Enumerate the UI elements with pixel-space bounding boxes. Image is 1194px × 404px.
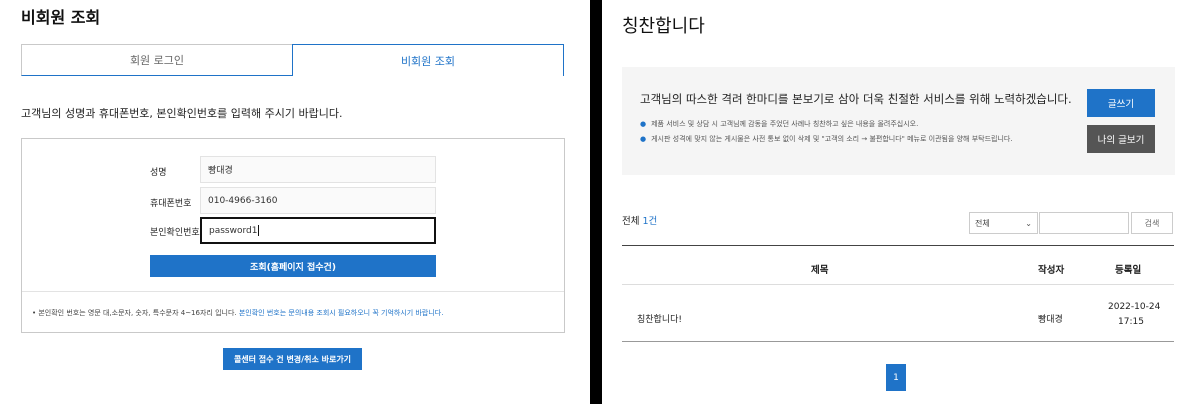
column-header-date: 등록일 [1115, 265, 1142, 276]
column-header-title: 제목 [811, 265, 829, 276]
post-date: 2022-10-24 [1108, 302, 1161, 312]
pin-field[interactable]: password1 [200, 217, 436, 244]
non-member-lookup-panel: 비회원 조회 회원 로그인 비회원 조회 고객님의 성명과 휴대폰번호, 본인확… [0, 0, 590, 404]
table-header-divider [622, 284, 1174, 285]
write-button[interactable]: 글쓰기 [1087, 89, 1155, 117]
tab-non-member-lookup[interactable]: 비회원 조회 [292, 44, 564, 76]
my-posts-button[interactable]: 나의 글보기 [1087, 125, 1155, 153]
post-title-link[interactable]: 칭찬합니다! [637, 312, 682, 325]
phone-label: 휴대폰번호 [150, 199, 192, 209]
pin-label: 본인확인번호 [150, 228, 200, 238]
pin-value: password1 [209, 225, 258, 236]
post-author: 빵대경 [1038, 315, 1063, 325]
info-bullet-text: 제품 서비스 및 상담 시 고객님께 감동을 주었던 사례나 칭찬하고 싶은 내… [651, 120, 919, 128]
bullet-dot-icon: ● [640, 120, 647, 128]
pagination-page-current[interactable]: 1 [886, 364, 906, 391]
pin-note-text: • 본인확인 번호는 영문 대,소문자, 숫자, 특수문자 4~16자리 입니다… [32, 309, 237, 317]
total-label: 전체 [622, 216, 640, 227]
info-headline: 고객님의 따스한 격려 한마디를 본보기로 삼아 더욱 친절한 서비스를 위해 … [640, 92, 1072, 106]
bullet-dot-icon: ● [640, 135, 647, 143]
search-scope-select[interactable]: 전체 ⌄ [969, 212, 1038, 234]
post-time: 17:15 [1118, 317, 1144, 327]
info-bullet: ● 제품 서비스 및 상담 시 고객님께 감동을 주었던 사례나 칭찬하고 싶은 … [640, 119, 918, 129]
callcenter-change-cancel-button[interactable]: 콜센터 접수 건 변경/취소 바로가기 [223, 348, 362, 370]
compliment-board-panel: 칭찬합니다 고객님의 따스한 격려 한마디를 본보기로 삼아 더욱 친절한 서비… [602, 0, 1194, 404]
name-label: 성명 [150, 168, 167, 178]
board-info-box: 고객님의 따스한 격려 한마디를 본보기로 삼아 더욱 친절한 서비스를 위해 … [622, 67, 1175, 175]
chevron-down-icon: ⌄ [1025, 218, 1032, 228]
search-input[interactable] [1039, 212, 1129, 234]
name-value: 빵대경 [208, 166, 233, 176]
text-cursor [258, 225, 260, 236]
total-count-value: 1건 [642, 216, 658, 227]
pin-note: • 본인확인 번호는 영문 대,소문자, 숫자, 특수문자 4~16자리 입니다… [32, 308, 443, 318]
page-title: 비회원 조회 [21, 8, 101, 27]
table-bottom-border [622, 341, 1174, 342]
info-bullet: ● 게시판 성격에 맞지 않는 게시물은 사전 통보 없이 삭제 및 "고객의 소… [640, 134, 1013, 144]
instruction-text: 고객님의 성명과 휴대폰번호, 본인확인번호를 입력해 주시기 바랍니다. [21, 107, 343, 120]
form-divider [22, 291, 564, 292]
info-bullet-text: 게시판 성격에 맞지 않는 게시물은 사전 통보 없이 삭제 및 "고객의 소리… [651, 135, 1013, 143]
tab-member-login[interactable]: 회원 로그인 [21, 44, 292, 76]
phone-field[interactable]: 010-4966-3160 [200, 187, 436, 214]
table-top-border [622, 245, 1174, 246]
search-button[interactable]: 검색 [1131, 212, 1173, 234]
page-title: 칭찬합니다 [622, 16, 705, 37]
login-tabs: 회원 로그인 비회원 조회 [21, 44, 564, 76]
pin-note-highlight: 본인확인 번호는 문의내용 조회시 필요하오니 꼭 기억하시기 바랍니다. [238, 309, 444, 317]
lookup-form: 성명 빵대경 휴대폰번호 010-4966-3160 본인확인번호 passwo… [21, 138, 565, 333]
search-scope-value: 전체 [975, 218, 990, 228]
name-field[interactable]: 빵대경 [200, 156, 436, 183]
lookup-button[interactable]: 조회(홈페이지 접수건) [150, 255, 436, 277]
total-count: 전체 1건 [622, 213, 657, 227]
phone-value: 010-4966-3160 [208, 195, 278, 206]
column-header-author: 작성자 [1038, 265, 1065, 276]
